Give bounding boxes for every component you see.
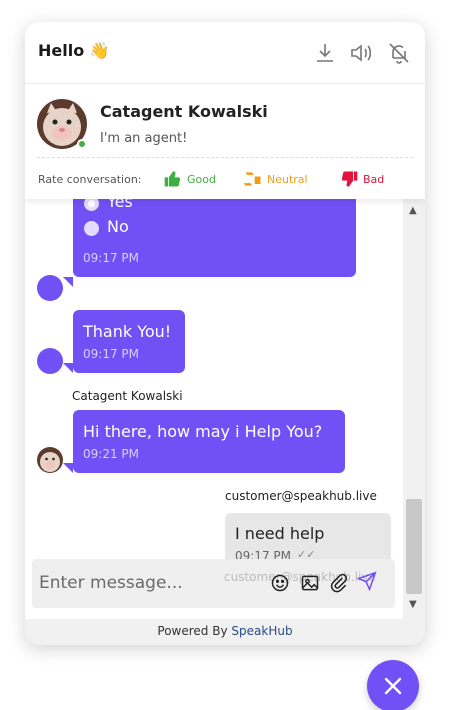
notifications-off-icon[interactable] (387, 41, 411, 65)
thumbs-sideways-icon (243, 172, 261, 186)
radio-yes-label: Yes (107, 199, 133, 211)
emoji-icon[interactable] (270, 573, 290, 593)
thumbs-up-icon (164, 171, 181, 187)
radio-no-label: No (107, 217, 129, 236)
agent-greeting-message: Hi there, how may i Help You? 09:21 PM (73, 410, 345, 473)
message-input[interactable] (39, 568, 259, 598)
download-icon[interactable] (313, 41, 337, 65)
attachment-icon[interactable] (329, 573, 349, 593)
bubble-tail (63, 363, 73, 373)
scroll-down-icon[interactable]: ▼ (409, 599, 417, 610)
agent-name: Catagent Kowalski (100, 102, 268, 121)
volume-icon[interactable] (349, 41, 373, 65)
scrollbar[interactable]: ▲ ▼ (403, 199, 425, 621)
rate-neutral-button[interactable]: Neutral (243, 168, 308, 190)
message-composer: customer@speakhub.live (32, 559, 395, 608)
rate-bad-button[interactable]: Bad (339, 168, 384, 190)
agent-avatar-small (37, 348, 63, 374)
image-icon[interactable] (300, 573, 320, 593)
agent-avatar-small (37, 275, 63, 301)
online-status-dot (77, 139, 87, 149)
thank-you-message: Thank You! 09:17 PM (73, 310, 185, 373)
close-icon (384, 677, 402, 695)
customer-sender-name: customer@speakhub.live (225, 489, 377, 503)
scroll-up-icon[interactable]: ▲ (409, 205, 417, 216)
bubble-tail (63, 463, 73, 473)
powered-by-label: Powered By (157, 624, 228, 638)
radio-yes[interactable] (84, 199, 99, 211)
message-time: 09:17 PM (83, 251, 139, 265)
wave-emoji: 👋 (89, 41, 110, 60)
scrollbar-thumb[interactable] (406, 499, 422, 594)
agent-card: Catagent Kowalski I'm an agent! Rate con… (25, 85, 425, 199)
poll-message: Yes No 09:17 PM (73, 199, 356, 277)
send-icon[interactable] (356, 571, 381, 595)
message-list[interactable]: Yes No 09:17 PM Thank You! 09:17 PM Cata… (25, 199, 425, 575)
bubble-tail (63, 277, 73, 287)
close-chat-button[interactable] (367, 660, 419, 710)
rate-good-button[interactable]: Good (163, 168, 216, 190)
greeting-title: Hello 👋 (38, 41, 110, 60)
agent-avatar-photo (37, 447, 63, 473)
radio-no[interactable] (84, 221, 99, 236)
thumbs-down-icon (341, 171, 358, 187)
footer: Powered By SpeakHub (25, 619, 425, 645)
rate-label: Rate conversation: (38, 173, 142, 186)
chat-widget: Hello 👋 Catagent Kowalski I'm an agent! … (25, 22, 425, 645)
chat-header: Hello 👋 (25, 22, 425, 84)
divider (37, 157, 413, 158)
sender-name: Catagent Kowalski (72, 389, 183, 403)
brand-link[interactable]: SpeakHub (231, 624, 292, 638)
agent-status-text: I'm an agent! (100, 131, 188, 146)
